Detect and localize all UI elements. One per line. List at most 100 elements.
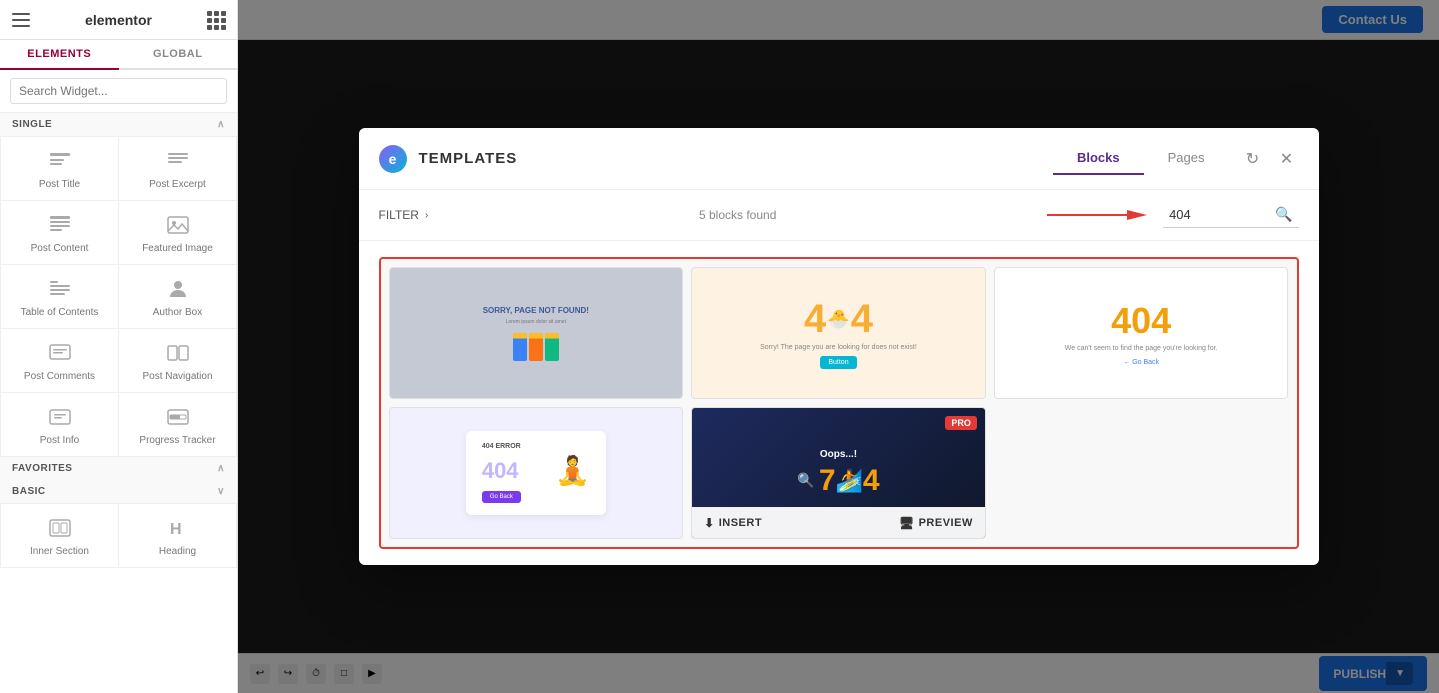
sidebar-header: elementor <box>0 0 237 40</box>
template-grid-row1: SORRY, PAGE NOT FOUND! Lorem ipsum dolor… <box>389 267 1289 399</box>
template-card-2[interactable]: 4🐣4 Sorry! The page you are looking for … <box>691 267 986 399</box>
featured-image-icon <box>164 211 192 239</box>
t4-button: Go Back <box>482 491 521 503</box>
template-grid-row2: 404 ERROR 404 🧘 Go Back <box>389 407 1289 539</box>
pro-badge: PRO <box>945 416 977 430</box>
t1-people <box>513 333 559 361</box>
post-content-label: Post Content <box>31 243 89 254</box>
svg-text:H: H <box>170 521 182 538</box>
widget-toc[interactable]: Table of Contents <box>1 265 118 328</box>
chevron-icon-basic: ∨ <box>217 486 225 497</box>
featured-image-label: Featured Image <box>142 243 213 254</box>
chevron-icon-fav: ∧ <box>217 463 225 474</box>
post-excerpt-label: Post Excerpt <box>149 179 206 190</box>
main-area: Contact Us ↩ ↪ ⏱ □ ▶ PUBLISH ▼ <box>238 0 1439 693</box>
inner-section-icon <box>46 514 74 542</box>
post-excerpt-icon <box>164 147 192 175</box>
template-preview-1: SORRY, PAGE NOT FOUND! Lorem ipsum dolor… <box>390 268 683 398</box>
widget-post-title[interactable]: Post Title <box>1 137 118 200</box>
widget-post-content[interactable]: Post Content <box>1 201 118 264</box>
section-basic[interactable]: BASIC ∨ <box>0 480 237 503</box>
t3-sub-text: We can't seem to find the page you're lo… <box>1065 345 1218 352</box>
t1-title-text: SORRY, PAGE NOT FOUND! <box>483 306 589 315</box>
tab-blocks[interactable]: Blocks <box>1053 142 1144 175</box>
insert-button[interactable]: ⬇ INSERT <box>704 516 762 530</box>
template-card-4[interactable]: 404 ERROR 404 🧘 Go Back <box>389 407 684 539</box>
t4-label-text: 404 ERROR <box>482 443 521 450</box>
template-search-input[interactable] <box>1169 207 1269 222</box>
t2-button: Button <box>820 356 856 369</box>
widget-progress-tracker[interactable]: Progress Tracker <box>119 393 236 456</box>
filter-chevron-icon: › <box>425 210 428 221</box>
tab-elements[interactable]: ELEMENTS <box>0 40 119 70</box>
red-arrow-icon <box>1047 205 1147 225</box>
red-border-box: SORRY, PAGE NOT FOUND! Lorem ipsum dolor… <box>379 257 1299 549</box>
t2-404-text: 4🐣4 <box>804 297 873 342</box>
hamburger-icon[interactable] <box>12 13 30 27</box>
widget-heading[interactable]: H Heading <box>119 504 236 567</box>
widgets-grid-basic: Inner Section H Heading <box>0 503 237 568</box>
heading-icon: H <box>164 514 192 542</box>
t3-404-text: 404 <box>1111 300 1171 342</box>
results-count: 5 blocks found <box>444 208 1031 222</box>
sidebar-tabs: ELEMENTS GLOBAL <box>0 40 237 70</box>
inner-section-label: Inner Section <box>30 546 89 557</box>
progress-tracker-label: Progress Tracker <box>139 435 215 446</box>
widget-featured-image[interactable]: Featured Image <box>119 201 236 264</box>
section-single[interactable]: SINGLE ∧ <box>0 113 237 136</box>
section-favorites[interactable]: FAVORITES ∧ <box>0 457 237 480</box>
search-input[interactable] <box>10 78 227 104</box>
author-box-icon <box>164 275 192 303</box>
widget-author-box[interactable]: Author Box <box>119 265 236 328</box>
chevron-icon: ∧ <box>217 119 225 130</box>
t3-link-text: ← Go Back <box>1123 359 1159 366</box>
empty-cell <box>994 407 1289 539</box>
refresh-icon[interactable]: ↻ <box>1241 147 1265 171</box>
post-info-label: Post Info <box>40 435 79 446</box>
template-card-3[interactable]: 404 We can't seem to find the page you'r… <box>994 267 1289 399</box>
t5-404-text: 7🏄4 <box>819 464 880 498</box>
editor-bg: elementor ELEMENTS GLOBAL SINGLE ∧ <box>0 0 1439 693</box>
widget-post-nav[interactable]: Post Navigation <box>119 329 236 392</box>
t2-sub-text: Sorry! The page you are looking for does… <box>760 344 917 351</box>
post-title-label: Post Title <box>39 179 80 190</box>
widget-post-comments[interactable]: Post Comments <box>1 329 118 392</box>
heading-label: Heading <box>159 546 196 557</box>
toc-icon <box>46 275 74 303</box>
modal-header-actions: ↻ ✕ <box>1241 147 1299 171</box>
post-content-icon <box>46 211 74 239</box>
tab-pages[interactable]: Pages <box>1144 142 1229 175</box>
post-title-icon <box>46 147 74 175</box>
modal-title: TEMPLATES <box>419 150 1041 167</box>
t1-sub-text: Lorem ipsum dolor sit amet <box>506 319 566 325</box>
post-info-icon <box>46 403 74 431</box>
search-box: 🔍 <box>1163 202 1298 228</box>
modal-overlay[interactable]: e TEMPLATES Blocks Pages ↻ ✕ FILTER <box>238 0 1439 693</box>
template-preview-4: 404 ERROR 404 🧘 Go Back <box>390 408 683 538</box>
preview-button[interactable]: 🖥 PREVIEW <box>899 516 973 530</box>
grid-icon[interactable] <box>207 11 225 29</box>
template-card-5[interactable]: Oops...! 🔍 7🏄4 PRO <box>691 407 986 539</box>
search-icon[interactable]: 🔍 <box>1275 206 1292 223</box>
t4-404-text: 404 <box>482 458 519 484</box>
modal-logo-icon: e <box>379 145 407 173</box>
widget-post-excerpt[interactable]: Post Excerpt <box>119 137 236 200</box>
author-box-label: Author Box <box>153 307 202 318</box>
toc-label: Table of Contents <box>21 307 99 318</box>
modal-content: SORRY, PAGE NOT FOUND! Lorem ipsum dolor… <box>359 241 1319 565</box>
tab-global[interactable]: GLOBAL <box>119 40 238 68</box>
post-nav-label: Post Navigation <box>142 371 212 382</box>
left-sidebar: elementor ELEMENTS GLOBAL SINGLE ∧ <box>0 0 238 693</box>
templates-modal: e TEMPLATES Blocks Pages ↻ ✕ FILTER <box>359 128 1319 565</box>
template-preview-3: 404 We can't seem to find the page you'r… <box>995 268 1288 398</box>
modal-header: e TEMPLATES Blocks Pages ↻ ✕ <box>359 128 1319 190</box>
filter-button[interactable]: FILTER › <box>379 208 429 222</box>
widget-inner-section[interactable]: Inner Section <box>1 504 118 567</box>
widget-post-info[interactable]: Post Info <box>1 393 118 456</box>
widgets-grid-single: Post Title Post Excerpt Post Content Fea… <box>0 136 237 457</box>
template-card-1[interactable]: SORRY, PAGE NOT FOUND! Lorem ipsum dolor… <box>389 267 684 399</box>
progress-tracker-icon <box>164 403 192 431</box>
sidebar-search-bar <box>0 70 237 113</box>
close-icon[interactable]: ✕ <box>1275 147 1299 171</box>
post-nav-icon <box>164 339 192 367</box>
